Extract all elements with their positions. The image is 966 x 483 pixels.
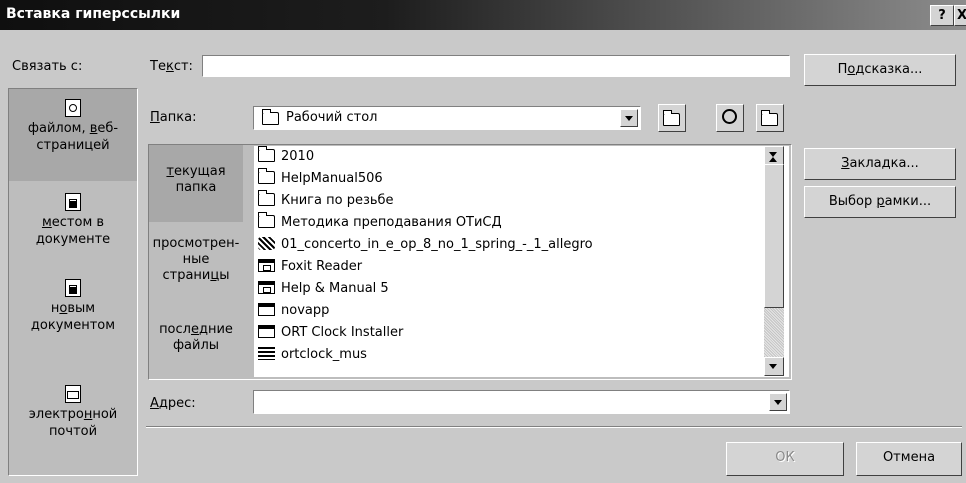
music-file-icon [258,237,275,250]
list-item[interactable]: novapp [258,300,329,322]
list-item[interactable]: 01_concerto_in_e_op_8_no_1_spring_-_1_al… [258,234,593,256]
link-to-email[interactable]: электронной почтой [9,385,137,455]
link-to-place-in-document[interactable]: местом в документе [9,193,137,263]
folder-icon [258,190,275,206]
link-item-label: новым документом [30,301,116,333]
link-to-new-document[interactable]: новым документом [9,279,137,349]
search-web-button[interactable] [716,104,744,132]
scroll-up-icon[interactable] [764,146,784,165]
folder-icon [262,109,279,125]
link-to-label: Связать с: [12,59,83,74]
title-bar[interactable]: Вставка гиперссылки ? X [0,0,966,30]
chevron-down-icon[interactable] [769,393,787,411]
link-item-label: файлом, веб-страницей [27,121,119,153]
folder-value: Рабочий стол [286,110,378,125]
window-icon [258,303,275,316]
application-shortcut-icon [258,259,275,272]
list-item[interactable]: 2010 [258,146,314,168]
place-in-document-icon [65,193,81,211]
application-shortcut-icon [258,281,275,294]
list-item[interactable]: ORT Clock Installer [258,322,403,344]
folder-icon [258,146,275,162]
cancel-button[interactable]: Отмена [856,442,962,476]
help-button[interactable]: ? [930,5,954,26]
target-frame-button[interactable]: Выбор рамки... [804,186,956,218]
address-label: Адрес: [150,396,196,411]
email-icon [65,385,81,403]
up-one-folder-button[interactable] [658,104,686,132]
link-item-label: электронной почтой [28,407,118,439]
screentip-button[interactable]: Подсказка... [804,54,956,86]
address-combobox[interactable] [253,390,790,414]
scrollbar[interactable] [764,146,784,376]
display-text-input[interactable] [202,55,790,77]
folder-icon [258,212,275,228]
window-icon [258,325,275,338]
web-page-icon [65,99,81,117]
link-to-panel: файлом, веб-страницей местом в документе … [8,88,138,476]
bookmark-button[interactable]: Закладка... [804,148,956,180]
list-item[interactable]: Help & Manual 5 [258,278,389,300]
list-item[interactable]: HelpManual506 [258,168,383,190]
list-item[interactable]: ortclock_mus [258,344,367,366]
dialog-title: Вставка гиперссылки [6,6,181,22]
folder-icon [258,168,275,184]
insert-hyperlink-dialog: Вставка гиперссылки ? X Связать с: файло… [0,0,966,483]
separator [146,426,962,428]
link-to-web-page[interactable]: файлом, веб-страницей [9,89,137,181]
ok-button[interactable]: ОК [726,442,844,476]
file-list[interactable]: 2010 HelpManual506 Книга по резьбе Метод… [254,146,789,377]
link-item-label: местом в документе [35,215,111,247]
search-web-icon [722,109,737,124]
tab-recent-files[interactable]: последние файлы [150,322,242,354]
chevron-down-icon[interactable] [620,109,638,127]
browse-file-icon [761,110,778,126]
up-one-folder-icon [663,110,680,126]
list-item[interactable]: Книга по резьбе [258,190,394,212]
tab-current-folder[interactable]: текущая папка [150,164,242,196]
folder-combobox[interactable]: Рабочий стол [253,106,641,130]
tab-browsed-pages[interactable]: просмотрен-ные страницы [150,236,242,284]
browse-file-button[interactable] [756,104,784,132]
text-label: Текст: [150,59,193,74]
scrollbar-thumb[interactable] [764,164,784,308]
new-document-icon [65,279,81,297]
close-button[interactable]: X [954,5,966,26]
folder-label: Папка: [150,110,197,125]
library-icon [258,347,275,360]
list-item[interactable]: Foxit Reader [258,256,362,278]
list-item[interactable]: Методика преподавания ОТиСД [258,212,502,234]
scroll-down-icon[interactable] [764,357,784,376]
